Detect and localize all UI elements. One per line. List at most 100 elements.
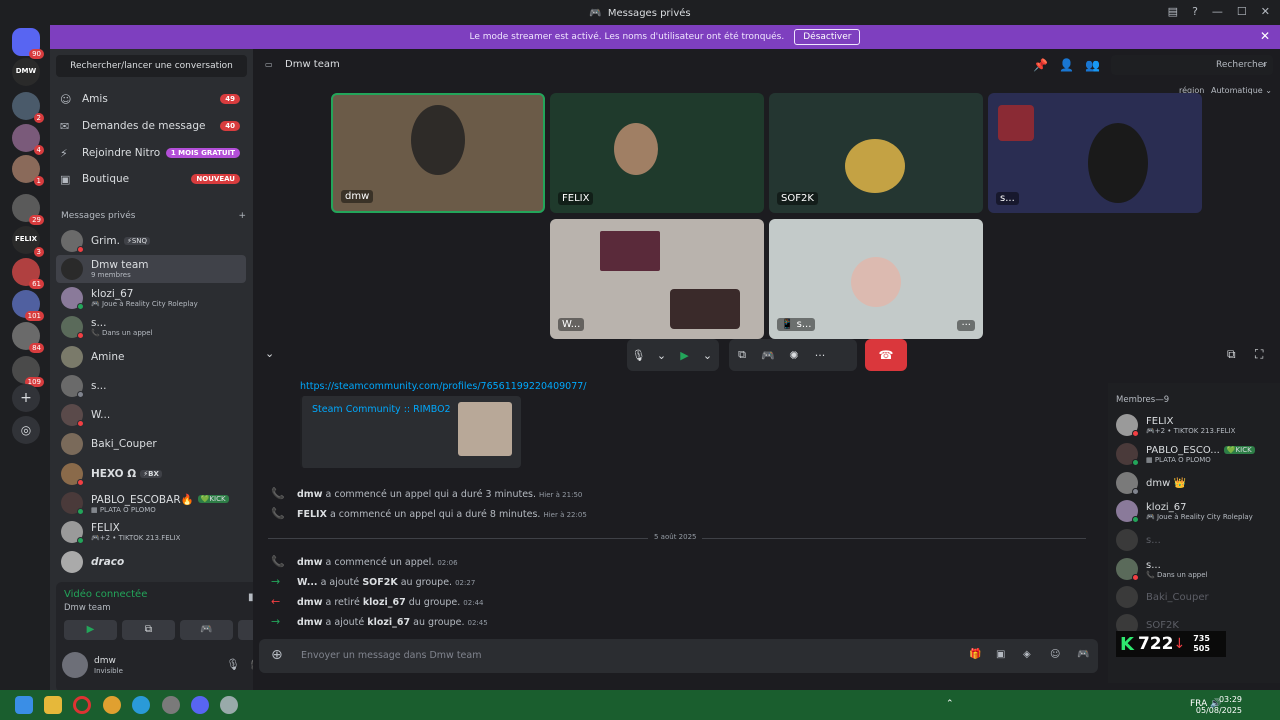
server-icon[interactable]: FELIX 3 [12,226,44,257]
chrome-icon[interactable] [103,696,121,714]
nav-nitro[interactable]: ⚡ Rejoindre Nitro 1 MOIS GRATUIT [60,143,240,163]
server-icon[interactable]: 1 [12,155,44,186]
steam-link[interactable]: https://steamcommunity.com/profiles/7656… [300,381,586,392]
popout-icon[interactable]: ⧉ [1227,347,1236,362]
dm-item[interactable]: Baki_Couper [56,430,246,458]
maximize-button[interactable]: ☐ [1237,5,1247,18]
server-icon[interactable]: 101 [12,290,44,321]
member-item[interactable]: FELIX 🎮+2 • TIKTOK 213.FELIX [1116,411,1276,439]
avatar [61,433,83,455]
message-composer[interactable]: ⊕ Envoyer un message dans Dmw team 🎁 ▣ ◈… [259,639,1098,673]
dm-item[interactable]: FELIX 🎮+2 • TIKTOK 213.FELIX [56,518,246,546]
member-item[interactable]: PABLO_ESCO... 💚KICK ▦ PLATA O PLOMO [1116,440,1276,468]
camera-icon[interactable]: ▶ [673,349,696,362]
members-icon[interactable]: 👥 [1085,58,1100,72]
mic-icon[interactable]: 🎙 [226,658,240,671]
video-tile[interactable]: dmw [331,93,545,213]
mic-icon[interactable]: 🎙 [627,349,650,362]
message-input[interactable]: Envoyer un message dans Dmw team [301,650,481,661]
add-server-icon[interactable]: + [12,384,40,412]
close-icon[interactable]: ✕ [1260,29,1270,43]
emoji-icon[interactable]: ☺ [1050,649,1060,660]
clock[interactable]: 03:29 05/08/2025 [1196,694,1242,716]
gamepad-icon[interactable]: 🎮 [755,349,781,362]
more-icon[interactable]: ··· [807,349,833,362]
add-member-icon[interactable]: 👤 [1059,58,1074,72]
dm-item[interactable]: HEXO Ω ⚡BX [56,460,246,488]
camera-button[interactable]: ▶ [64,620,117,640]
avatar[interactable] [62,652,88,678]
sticker-icon[interactable]: ◈ [1023,649,1031,660]
video-tile[interactable]: s... [988,93,1202,213]
video-tile[interactable]: W... [550,219,764,339]
video-tile[interactable]: FELIX [550,93,764,213]
mic-menu-icon[interactable]: ⌄ [650,349,673,362]
gift-icon[interactable]: 🎁 [969,649,981,660]
apps-icon[interactable]: 🎮 [1077,649,1089,660]
dm-item[interactable]: s... 📞 Dans un appel [56,313,246,341]
soundboard-icon[interactable]: ✺ [781,349,807,362]
file-explorer-icon[interactable] [44,696,62,714]
nav-shop[interactable]: ▣ Boutique NOUVEAU [60,169,240,189]
more-options-icon[interactable]: ··· [957,320,975,331]
server-icon[interactable]: 61 [12,258,44,289]
help-icon[interactable]: ? [1192,5,1198,18]
dm-item[interactable]: Grim. ⚡SNQ [56,227,246,255]
embed-title[interactable]: Steam Community :: RIMBO2 [312,404,451,415]
user-status: Invisible [94,667,123,675]
nav-message-requests[interactable]: ✉ Demandes de message 40 [60,116,240,136]
dm-item[interactable]: PABLO_ESCOBAR🔥 💚KICK ▦ PLATA O PLOMO [56,489,246,517]
dm-item[interactable]: Amine [56,343,246,371]
screen-share-button[interactable]: ⧉ [122,620,175,640]
quality-select[interactable]: Automatique ⌄ [1211,86,1272,95]
dm-item[interactable]: W... [56,401,246,429]
minimize-button[interactable]: — [1212,5,1223,18]
home-button[interactable]: 90 [12,28,44,59]
dm-sidebar: Rechercher/lancer une conversation ☺ Amis… [50,49,297,692]
video-tile[interactable]: SOF2K [769,93,983,213]
server-icon[interactable]: 2 [12,92,44,123]
hangup-button[interactable]: ☎ [865,339,907,371]
pin-icon[interactable]: 📌 [1033,58,1048,72]
opera-icon[interactable] [73,696,91,714]
member-item[interactable]: s... 📞 Dans un appel [1116,555,1276,583]
screen-share-icon[interactable]: ⧉ [729,348,755,362]
member-item[interactable]: klozi_67 🎮 Joue à Reality City Roleplay [1116,497,1276,525]
fullscreen-icon[interactable]: ⛶ [1255,347,1263,362]
server-icon[interactable]: 4 [12,124,44,155]
find-conversation-button[interactable]: Rechercher/lancer une conversation [56,55,247,77]
camera-menu-icon[interactable]: ⌄ [696,349,719,362]
close-window-button[interactable]: ✕ [1261,5,1270,18]
voice-channel-name[interactable]: Dmw team [64,603,111,613]
upload-plus-icon[interactable]: ⊕ [271,647,283,663]
server-icon[interactable]: 109 [12,356,44,387]
video-tile[interactable]: 📱 s... ··· [769,219,983,339]
dm-item[interactable]: Dmw team 9 membres [56,255,246,283]
collapse-chevron-icon[interactable]: ⌄ [265,347,274,360]
member-item[interactable]: dmw 👑 [1116,469,1276,497]
embed-thumbnail[interactable] [458,402,512,456]
member-item[interactable]: s... [1116,526,1276,554]
discord-taskbar-icon[interactable] [191,696,209,714]
add-dm-icon[interactable]: + [238,211,246,221]
nav-friends[interactable]: ☺ Amis 49 [60,89,240,109]
explore-icon[interactable]: ◎ [12,416,40,444]
dm-item[interactable]: s... [56,372,246,400]
gif-icon[interactable]: ▣ [996,649,1005,660]
member-item[interactable]: Baki_Couper [1116,583,1276,611]
disable-streamer-button[interactable]: Désactiver [794,29,861,45]
inbox-icon[interactable]: ▤ [1168,5,1178,18]
search-input[interactable]: Rechercher ⌕ [1111,55,1273,75]
server-icon[interactable]: 84 [12,322,44,353]
tray-chevron-icon[interactable]: ⌃ [946,699,954,709]
steam-icon[interactable] [162,696,180,714]
dm-item[interactable]: klozi_67 🎮 Joue à Reality City Roleplay [56,284,246,312]
settings-icon[interactable] [220,696,238,714]
activity-button[interactable]: 🎮 [180,620,233,640]
dm-item[interactable]: draco [56,548,246,576]
edge-icon[interactable] [132,696,150,714]
call-actions: ⧉ 🎮 ✺ ··· [729,339,857,371]
server-icon[interactable]: 29 [12,194,44,225]
server-icon[interactable]: DMW [12,58,40,86]
windows-start-icon[interactable] [15,696,33,714]
